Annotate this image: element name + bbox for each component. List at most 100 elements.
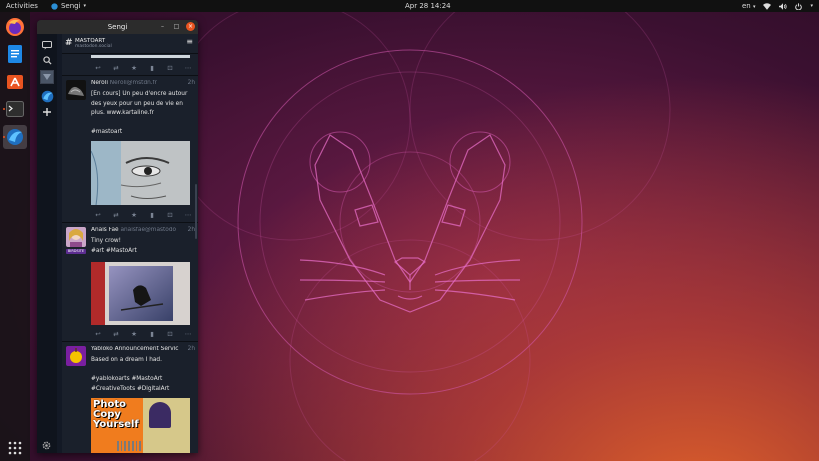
bookmark-icon[interactable]: ▮ <box>147 211 157 219</box>
add-account-button[interactable] <box>40 105 54 119</box>
status-media-image[interactable] <box>91 141 190 205</box>
image-figure-head <box>149 402 171 428</box>
terminal-launcher[interactable] <box>3 97 27 121</box>
network-icon <box>763 2 772 10</box>
account-sengi-button[interactable] <box>40 89 54 103</box>
account-avatar-button[interactable] <box>40 70 54 84</box>
sengi-icon <box>7 129 23 145</box>
status-media-image[interactable] <box>91 262 190 325</box>
open-icon[interactable]: ⊡ <box>165 64 175 72</box>
app-grid-icon <box>8 441 22 455</box>
app-menu[interactable]: Sengi ▾ <box>51 2 86 10</box>
boost-icon[interactable]: ⇄ <box>111 64 121 72</box>
column-instance: mastodon.social <box>75 44 112 49</box>
hashtag-link: #CreativeToots #DigitalArt <box>91 385 170 392</box>
window-titlebar[interactable]: Sengi – □ × <box>37 20 198 34</box>
status-content: Based on a dream I had. #yablokoarts #Ma… <box>91 356 193 394</box>
handle-bar <box>117 441 119 451</box>
status-author[interactable]: Anaïs Faë anaisfae@mastodo <box>91 227 187 233</box>
handle-bar <box>139 441 142 451</box>
status-actions: ↩ ⇄ ★ ▮ ⊡ ⋯ <box>93 64 193 72</box>
star-icon[interactable]: ★ <box>129 211 139 219</box>
handle-bar <box>131 441 134 451</box>
software-launcher[interactable] <box>3 69 27 93</box>
image-caption: Photo Copy Yourself <box>93 399 139 430</box>
account-avatar-icon <box>41 71 53 83</box>
star-icon[interactable]: ★ <box>129 330 139 338</box>
avatar[interactable] <box>66 346 86 366</box>
terminal-icon <box>6 101 24 117</box>
more-icon[interactable]: ⋯ <box>183 64 193 72</box>
open-icon[interactable]: ⊡ <box>165 330 175 338</box>
writer-launcher[interactable] <box>3 42 27 66</box>
reply-icon[interactable]: ↩ <box>93 64 103 72</box>
status-author[interactable]: Néroli Neroli@mstdn.fr <box>91 80 187 86</box>
top-bar: Activities Sengi ▾ Apr 28 14:24 en ▾ ▾ <box>0 0 819 12</box>
search-icon <box>42 55 52 65</box>
window-title: Sengi <box>107 23 128 31</box>
more-icon[interactable]: ⋯ <box>183 330 193 338</box>
compose-button[interactable] <box>40 38 54 52</box>
reply-icon[interactable]: ↩ <box>93 330 103 338</box>
handle-bar <box>120 441 123 451</box>
bookmark-icon[interactable]: ▮ <box>147 64 157 72</box>
activities-button[interactable]: Activities <box>6 2 38 10</box>
divider <box>62 75 198 76</box>
firefox-icon <box>6 18 24 36</box>
bookmark-icon[interactable]: ▮ <box>147 330 157 338</box>
search-button[interactable] <box>40 53 54 67</box>
hashtag-icon: # <box>65 38 73 48</box>
more-icon[interactable]: ⋯ <box>183 211 193 219</box>
column-header[interactable]: # MASTOART mastodon.social ≡ <box>62 34 198 54</box>
sengi-window: Sengi – □ × # MASTOART mastodon.social ≡… <box>37 20 198 453</box>
reply-icon[interactable]: ↩ <box>93 211 103 219</box>
compose-icon <box>42 40 52 49</box>
display-name: Néroli <box>91 80 108 86</box>
status-time[interactable]: 2h <box>188 227 195 233</box>
avatar[interactable] <box>66 227 86 247</box>
status-author[interactable]: Yabloko Announcement Servic <box>91 346 187 352</box>
sengi-account-icon <box>41 90 53 102</box>
display-name: Anaïs Faë <box>91 227 119 233</box>
system-tray[interactable]: en ▾ ▾ <box>742 2 813 10</box>
minimize-button[interactable]: – <box>158 22 167 31</box>
chevron-down-icon: ▾ <box>810 3 813 9</box>
status-line <box>91 366 193 376</box>
status-line: Tiny crow! <box>91 238 121 244</box>
status-actions: ↩ ⇄ ★ ▮ ⊡ ⋯ <box>93 211 193 219</box>
sengi-app-icon <box>51 2 58 10</box>
status-time[interactable]: 2h <box>188 80 195 86</box>
resize-handle[interactable] <box>117 441 142 451</box>
show-applications-button[interactable] <box>3 436 27 460</box>
sengi-launcher[interactable] <box>3 125 27 149</box>
status-line: des yeux pour un peu de vie en <box>91 100 183 107</box>
boost-icon[interactable]: ⇄ <box>111 330 121 338</box>
app-menu-label: Sengi <box>60 2 81 10</box>
settings-button[interactable] <box>41 436 52 453</box>
window-controls: – □ × <box>158 22 195 31</box>
hashtag-link: #art #MastoArt <box>91 247 137 254</box>
clock[interactable]: Apr 28 14:24 <box>405 2 451 10</box>
previous-media-strip[interactable] <box>91 55 190 58</box>
boost-icon[interactable]: ⇄ <box>111 211 121 219</box>
avatar[interactable] <box>66 80 86 100</box>
status-content: [En cours] Un peu d'encre autour des yeu… <box>91 90 193 138</box>
keyboard-layout[interactable]: en ▾ <box>742 2 756 10</box>
hashtag-link: #yablokoarts #MastoArt <box>91 376 163 382</box>
firefox-launcher[interactable] <box>3 15 27 39</box>
close-button[interactable]: × <box>186 22 195 31</box>
status-actions: ↩ ⇄ ★ ▮ ⊡ ⋯ <box>93 330 193 338</box>
status-line: plus. www.kartaline.fr <box>91 110 154 116</box>
star-icon[interactable]: ★ <box>129 64 139 72</box>
handle-bar <box>128 441 130 451</box>
status-time[interactable]: 2h <box>188 346 195 352</box>
open-icon[interactable]: ⊡ <box>165 211 175 219</box>
column-scrollbar[interactable] <box>195 184 197 239</box>
chevron-down-icon: ▾ <box>752 4 756 10</box>
column-menu-button[interactable]: ≡ <box>186 37 193 46</box>
mastoart-column: # MASTOART mastodon.social ≡ ↩ ⇄ ★ ▮ ⊡ ⋯… <box>62 34 198 453</box>
handle-bar <box>124 441 127 451</box>
maximize-button[interactable]: □ <box>172 22 181 31</box>
hashtag-link: #mastoart <box>91 129 123 135</box>
keyboard-layout-label: en <box>741 2 751 10</box>
